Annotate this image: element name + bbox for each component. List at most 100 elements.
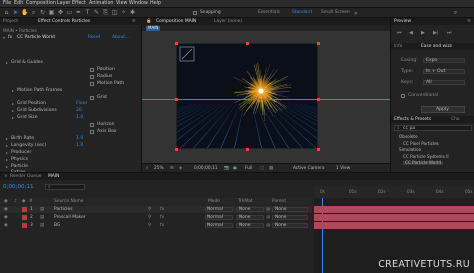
tab-effect-controls[interactable]: Effect Controls Particles (38, 19, 90, 24)
workspace-small-screen[interactable]: Small Screen (321, 10, 350, 15)
label-color-chip[interactable] (22, 223, 27, 228)
expand-triangle-icon[interactable]: ▸ (12, 116, 14, 120)
expand-triangle-icon[interactable]: ▸ (6, 61, 8, 65)
brush-tool-icon[interactable]: ✎ (93, 9, 100, 16)
layer-handle-tl[interactable] (175, 42, 178, 45)
effects-tree-item[interactable]: CC Pixel Particles (403, 141, 439, 146)
composition-viewer[interactable] (142, 31, 390, 163)
search-help-icon[interactable]: ⌕ (452, 9, 459, 16)
layer-name[interactable]: Particles (54, 207, 73, 212)
menu-help[interactable]: Help (150, 1, 161, 7)
layer-handle-tr[interactable] (317, 42, 320, 45)
col-parent[interactable]: Parent (272, 199, 286, 204)
magnifier-icon[interactable]: ⌕ (146, 166, 148, 171)
rotate-tool-icon[interactable]: ↻ (39, 9, 46, 16)
rectangle-tool-icon[interactable]: ▭ (66, 9, 73, 16)
eye-icon[interactable]: ◉ (4, 223, 8, 228)
camera-tool-icon[interactable]: ▣ (48, 9, 55, 16)
expand-triangle-icon[interactable]: ▸ (6, 150, 8, 155)
composition-canvas[interactable] (176, 43, 318, 149)
tab-preview[interactable]: Preview (394, 19, 411, 24)
effect-property-row[interactable]: ▸ Motion Path Frames (0, 88, 142, 94)
layer-handle-ml[interactable] (175, 98, 178, 101)
pan-behind-tool-icon[interactable]: ✥ (57, 9, 64, 16)
first-frame-icon[interactable]: ⏮ (397, 31, 402, 36)
shy-switch-icon[interactable]: ⚲ (148, 207, 151, 212)
timeline-timecode[interactable]: 0;00;00;11 (3, 184, 34, 191)
property-checkbox[interactable] (90, 130, 94, 134)
expand-triangle-icon[interactable]: ▸ (6, 137, 8, 141)
effect-property-row[interactable]: ▸ Producer (0, 150, 142, 156)
region-of-interest-icon[interactable]: ▢ (260, 166, 264, 171)
effect-property-row[interactable]: Horizon (0, 122, 142, 128)
effect-property-row[interactable]: ▸ Particle (0, 164, 142, 170)
layer-bar-3[interactable] (314, 222, 474, 229)
fx-switch-icon[interactable]: fx (160, 223, 164, 228)
snapping-checkbox[interactable] (193, 11, 197, 15)
menu-window[interactable]: Window (129, 1, 148, 7)
tab-main-timeline[interactable]: MAIN (48, 174, 59, 179)
zoom-level[interactable]: 25% (154, 166, 164, 171)
effect-reset-link[interactable]: Reset (88, 35, 100, 40)
property-checkbox[interactable] (90, 74, 94, 79)
tab-composition[interactable]: Composition MAIN (156, 19, 196, 24)
effects-search-input[interactable]: ⌕ cc pa (394, 125, 472, 131)
layer-handle-tc[interactable] (246, 42, 249, 45)
color-channel-icon[interactable]: ● (233, 166, 237, 171)
home-icon[interactable]: ⌂ (3, 9, 10, 16)
tab-render-queue[interactable]: Render Queue (10, 174, 41, 179)
effects-tree-item[interactable]: CC Particle World (403, 160, 443, 166)
property-value[interactable]: 1.0 (76, 116, 83, 121)
effect-property-row[interactable]: ▸ Physics (0, 157, 142, 163)
property-checkbox[interactable] (90, 123, 94, 128)
effect-property-row[interactable]: Axis Box (0, 129, 142, 135)
property-value[interactable]: 1.0 (76, 143, 83, 149)
tab-effects-presets[interactable]: Effects & Presets (394, 117, 431, 122)
col-trkmat[interactable]: TrkMat (238, 199, 253, 204)
layer-row[interactable]: ◉ 2 ▤ Prescall Maker ⚲ fx Normal None @ None (0, 214, 312, 221)
layer-handle-mr[interactable] (317, 98, 320, 101)
tab-layer[interactable]: Layer (none) (214, 19, 242, 24)
menu-animation[interactable]: Animation (89, 1, 113, 7)
property-checkbox[interactable] (90, 95, 94, 100)
label-color-chip[interactable] (22, 215, 27, 220)
expand-triangle-icon[interactable]: ▸ (12, 88, 14, 93)
eye-icon[interactable]: ◉ (4, 215, 8, 220)
layer-name[interactable]: BG (54, 223, 60, 228)
layer-handle-bc[interactable] (246, 148, 249, 151)
effect-property-row[interactable]: ▸ Grid Position Floor (0, 101, 142, 107)
pickwhip-icon[interactable]: @ (266, 215, 270, 220)
type-tool-icon[interactable]: T (84, 9, 91, 16)
layer-handle-br[interactable] (317, 148, 320, 151)
fx-switch-icon[interactable]: fx (160, 207, 164, 212)
effect-property-row[interactable]: Motion Path (0, 81, 142, 87)
views-select[interactable]: 1 View (336, 166, 350, 171)
pen-tool-icon[interactable]: ✒ (75, 9, 82, 16)
label-color-chip[interactable] (22, 207, 27, 212)
clone-stamp-tool-icon[interactable]: ⎘ (102, 9, 109, 16)
property-value[interactable]: 20 (76, 109, 82, 114)
layer-row[interactable]: ◉ 1 ▤ Particles ⚲ fx Normal None @ None (0, 206, 312, 213)
apply-button[interactable]: Apply (421, 106, 465, 113)
menu-file[interactable]: File (3, 1, 11, 7)
layer-row[interactable]: ◉ 3 ▤ BG ⚲ fx Normal None @ None (0, 222, 312, 229)
expand-triangle-icon[interactable]: ▸ (6, 143, 8, 148)
shy-switch-icon[interactable]: ⚲ (148, 223, 151, 228)
menu-view[interactable]: View (116, 1, 127, 7)
effect-property-row[interactable]: Radius (0, 74, 142, 80)
puppet-tool-icon[interactable]: ✱ (129, 9, 136, 16)
effect-property-row[interactable]: ▸ Grid & Guides (0, 60, 142, 66)
layer-name[interactable]: Prescall Maker (54, 215, 86, 220)
timeline-search-input[interactable]: ⌕ (45, 184, 85, 190)
workspace-overflow-icon[interactable]: » (354, 11, 358, 17)
play-icon[interactable]: ▶ (421, 31, 425, 36)
transparency-grid-icon[interactable]: ▦ (269, 166, 273, 171)
conventional-checkbox[interactable] (401, 94, 405, 98)
expand-triangle-icon[interactable]: ▸ (6, 157, 8, 162)
eraser-tool-icon[interactable]: ◫ (111, 9, 118, 16)
tab-character[interactable]: Cha (451, 117, 460, 122)
close-tab-icon[interactable]: × (4, 174, 8, 179)
collapse-triangle-icon[interactable]: ▾ (3, 36, 5, 40)
effect-property-row[interactable]: ▸ Birth Rate 1.0 (0, 136, 142, 142)
effect-about-link[interactable]: About... (112, 35, 129, 40)
